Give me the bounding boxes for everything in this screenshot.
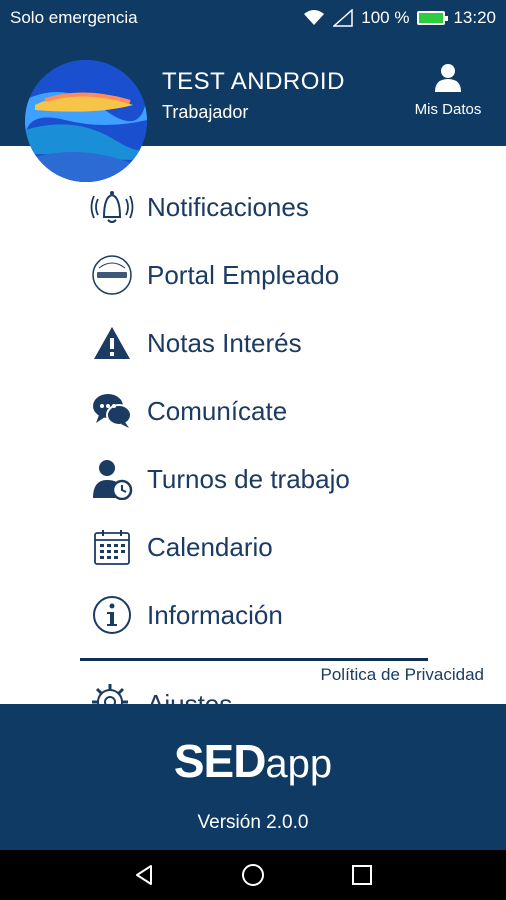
portal-icon: [90, 253, 134, 297]
menu-item-calendario[interactable]: Calendario: [90, 522, 273, 572]
home-icon: [241, 864, 264, 886]
gear-icon: [90, 682, 134, 704]
menu-item-comunicate[interactable]: Comunícate: [90, 386, 287, 436]
menu-item-label: Comunícate: [147, 395, 288, 426]
status-bar: Solo emergencia 100 % 13:20: [0, 0, 506, 36]
menu-list: Notificaciones Portal Empleado Notas Int…: [0, 146, 506, 704]
menu-item-ajustes[interactable]: Ajustes: [90, 682, 232, 704]
time-text: 13:20: [453, 8, 496, 27]
home-button[interactable]: [233, 855, 273, 895]
brand-logo: SEDapp: [0, 734, 506, 788]
menu-item-notas-interes[interactable]: Notas Interés: [90, 318, 302, 368]
menu-item-label: Turnos de trabajo: [147, 463, 350, 494]
warning-icon: [90, 321, 134, 365]
mis-datos-label: Mis Datos: [414, 101, 482, 118]
recents-button[interactable]: [342, 855, 382, 895]
carrier-text: Solo emergencia: [10, 8, 138, 27]
menu-item-label: Portal Empleado: [147, 259, 340, 290]
menu-item-label: Ajustes: [147, 688, 233, 705]
app-footer: SEDapp Versión 2.0.0: [0, 704, 506, 850]
menu-item-label: Calendario: [147, 531, 273, 562]
menu-item-portal-empleado[interactable]: Portal Empleado: [90, 250, 339, 300]
chat-icon: [90, 389, 134, 433]
menu-item-informacion[interactable]: Información: [90, 590, 283, 640]
menu-item-label: Información: [147, 599, 283, 630]
signal-icon: [333, 9, 353, 27]
avatar[interactable]: [25, 60, 147, 182]
back-icon: [136, 865, 153, 885]
user-icon: [435, 64, 461, 92]
avatar-image: [25, 60, 147, 182]
brand-app: app: [265, 742, 333, 786]
user-clock-icon: [90, 457, 134, 501]
info-icon: [90, 593, 134, 637]
menu-item-label: Notas Interés: [147, 327, 302, 358]
user-role: Trabajador: [162, 102, 249, 122]
recents-icon: [351, 865, 372, 885]
privacy-policy-link[interactable]: Política de Privacidad: [321, 665, 484, 685]
mis-datos-button[interactable]: Mis Datos: [408, 62, 488, 118]
calendar-icon: [90, 525, 134, 569]
battery-text: 100 %: [361, 8, 410, 27]
status-icons: 100 % 13:20: [303, 8, 496, 28]
menu-divider: [80, 658, 428, 661]
user-name: TEST ANDROID: [162, 68, 345, 95]
bell-icon: [90, 185, 134, 229]
battery-icon: [417, 11, 449, 25]
menu-item-notificaciones[interactable]: Notificaciones: [90, 182, 309, 232]
menu-item-label: Notificaciones: [147, 191, 309, 222]
back-button[interactable]: [124, 855, 164, 895]
android-nav-bar: [0, 850, 506, 900]
brand-sed: SED: [173, 735, 267, 787]
wifi-icon: [304, 10, 325, 25]
menu-item-turnos-de-trabajo[interactable]: Turnos de trabajo: [90, 454, 350, 504]
version-text: Versión 2.0.0: [197, 812, 309, 833]
